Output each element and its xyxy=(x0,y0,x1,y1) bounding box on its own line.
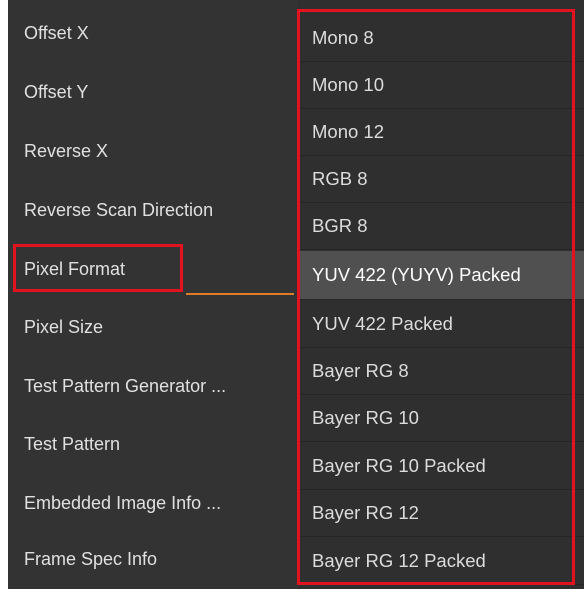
property-row-frame-spec-info[interactable]: Frame Spec Info xyxy=(8,530,298,588)
option-label: Mono 8 xyxy=(312,27,374,48)
option-label: Bayer RG 10 xyxy=(312,407,419,428)
active-row-underline xyxy=(186,293,294,295)
option-label: YUV 422 (YUYV) Packed xyxy=(312,264,521,285)
property-label: Reverse Scan Direction xyxy=(24,199,214,220)
dropdown-option-bayer-rg-12-packed[interactable]: Bayer RG 12 Packed xyxy=(298,538,584,585)
dropdown-option-bayer-rg-10-packed[interactable]: Bayer RG 10 Packed xyxy=(298,443,584,490)
dropdown-option-yuv422-packed[interactable]: YUV 422 Packed xyxy=(298,301,584,348)
option-label: Bayer RG 10 Packed xyxy=(312,455,486,476)
property-row-test-pattern[interactable]: Test Pattern xyxy=(8,415,298,473)
dropdown-option-mono-8[interactable]: Mono 8 xyxy=(298,15,584,62)
dropdown-option-bayer-rg-12[interactable]: Bayer RG 12 xyxy=(298,490,584,537)
property-label: Test Pattern xyxy=(24,433,121,454)
option-label: Mono 10 xyxy=(312,74,384,95)
option-label: Bayer RG 12 xyxy=(312,502,419,523)
screenshot-stage: Offset X Offset Y Reverse X Reverse Scan… xyxy=(0,0,584,592)
property-label: Offset Y xyxy=(24,81,89,102)
property-row-pixel-size[interactable]: Pixel Size xyxy=(8,298,298,356)
option-label: YUV 422 Packed xyxy=(312,313,453,334)
option-label: Bayer RG 12 Packed xyxy=(312,550,486,571)
property-label: Test Pattern Generator ... xyxy=(24,375,227,396)
property-row-pixel-format[interactable]: Pixel Format xyxy=(8,240,298,298)
property-row-offset-x[interactable]: Offset X xyxy=(8,4,298,62)
dropdown-option-bgr-8[interactable]: BGR 8 xyxy=(298,203,584,250)
option-label: BGR 8 xyxy=(312,215,368,236)
property-label: Pixel Format xyxy=(24,258,126,279)
property-label: Embedded Image Info ... xyxy=(24,492,222,513)
property-label: Offset X xyxy=(24,22,89,43)
dropdown-option-rgb-8[interactable]: RGB 8 xyxy=(298,156,584,203)
property-label: Pixel Size xyxy=(24,316,104,337)
dropdown-option-mono-10[interactable]: Mono 10 xyxy=(298,62,584,109)
dropdown-option-yuv422-yuyv-packed[interactable]: YUV 422 (YUYV) Packed xyxy=(298,251,584,300)
option-label: RGB 8 xyxy=(312,168,368,189)
property-row-embedded-image-info[interactable]: Embedded Image Info ... xyxy=(8,474,298,532)
dropdown-option-bayer-rg-10[interactable]: Bayer RG 10 xyxy=(298,395,584,442)
dropdown-option-bayer-rg-8[interactable]: Bayer RG 8 xyxy=(298,348,584,395)
property-row-test-pattern-generator[interactable]: Test Pattern Generator ... xyxy=(8,357,298,415)
dropdown-option-mono-12[interactable]: Mono 12 xyxy=(298,109,584,156)
option-label: Mono 12 xyxy=(312,121,384,142)
option-label: Bayer RG 8 xyxy=(312,360,409,381)
pixel-format-dropdown-list[interactable]: Mono 8 Mono 10 Mono 12 RGB 8 BGR 8 YUV 4… xyxy=(298,0,584,589)
property-row-offset-y[interactable]: Offset Y xyxy=(8,63,298,121)
property-label: Frame Spec Info xyxy=(24,548,158,569)
property-row-reverse-scan-direction[interactable]: Reverse Scan Direction xyxy=(8,181,298,239)
property-label: Reverse X xyxy=(24,140,109,161)
property-row-reverse-x[interactable]: Reverse X xyxy=(8,122,298,180)
